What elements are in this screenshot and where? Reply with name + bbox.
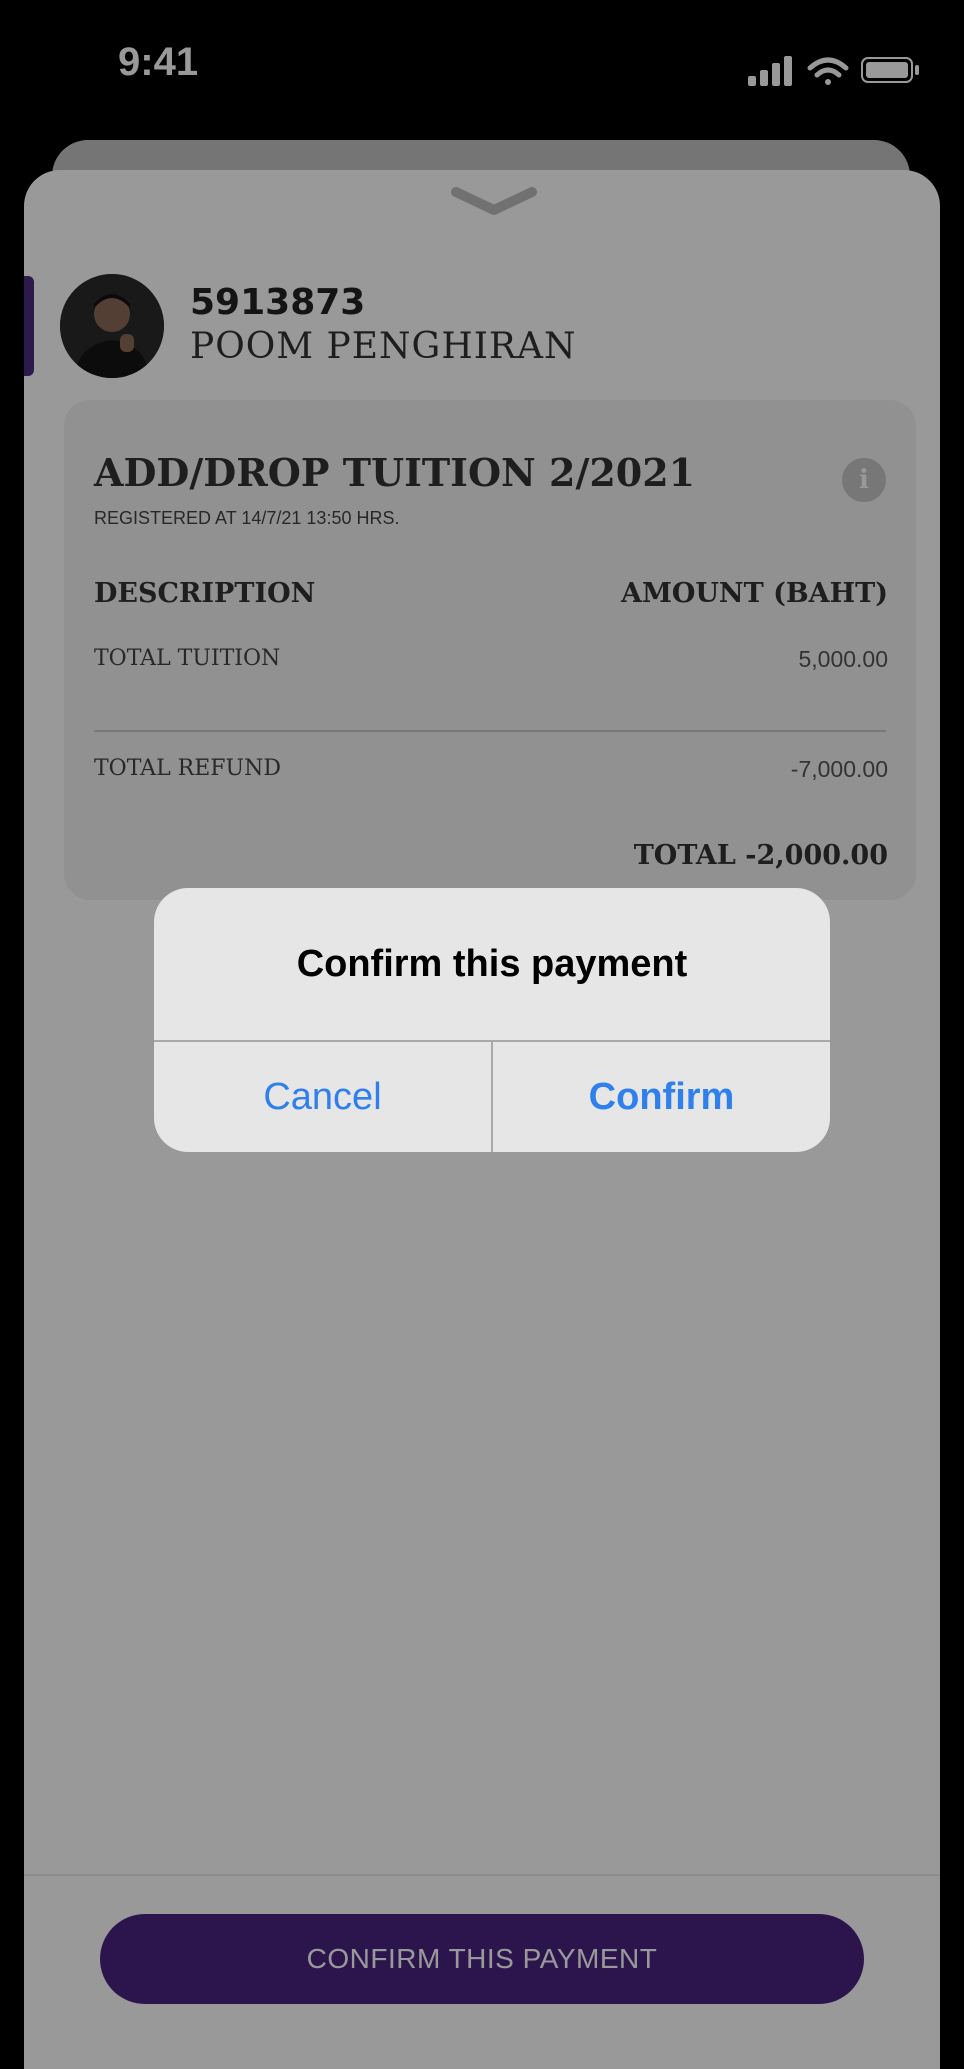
alert-confirm-button[interactable]: Confirm (493, 1042, 830, 1152)
alert-cancel-button[interactable]: Cancel (154, 1042, 491, 1152)
confirm-alert: Confirm this payment Cancel Confirm (154, 888, 830, 1152)
alert-title: Confirm this payment (296, 943, 688, 985)
